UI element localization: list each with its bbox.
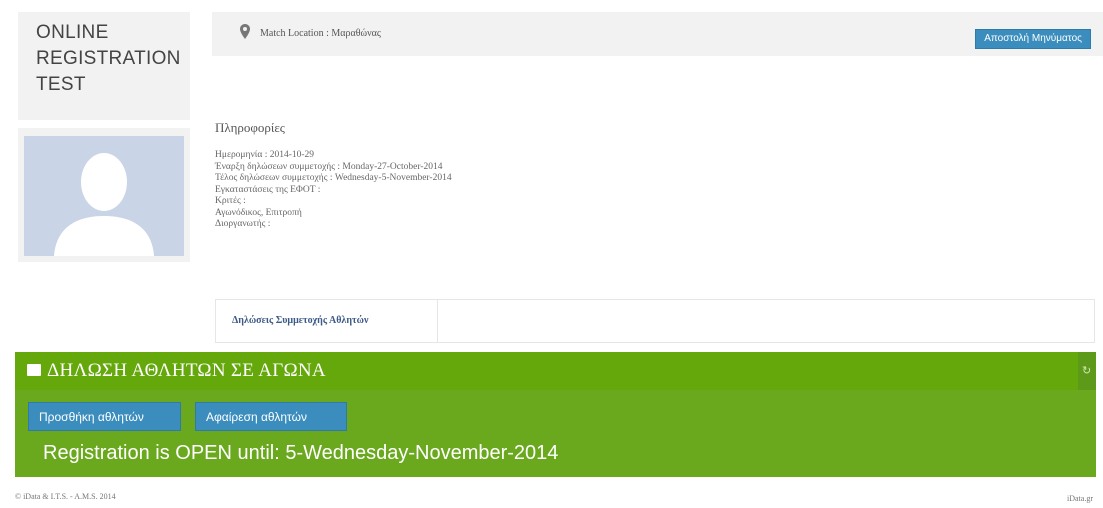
avatar-box [18, 128, 190, 262]
info-line: Κριτές : [215, 196, 246, 206]
info-line: Τέλος δηλώσεων συμμετοχής : Wednesday-5-… [215, 173, 452, 183]
event-title-line: REGISTRATION [36, 48, 181, 69]
registration-status: Registration is OPEN until: 5-Wednesday-… [43, 442, 559, 464]
panel-title-text: ΔΗΛΩΣΗ ΑΘΛΗΤΩΝ ΣΕ ΑΓΩΝΑ [47, 360, 326, 381]
info-section: Πληροφορίες Ημερομηνία : 2014-10-29 Έναρ… [215, 120, 815, 231]
tab-athlete-registrations[interactable]: Δηλώσεις Συμμετοχής Αθλητών [216, 300, 438, 342]
info-line: Ημερομηνία : 2014-10-29 [215, 150, 315, 160]
document-icon [27, 364, 41, 376]
footer-brand[interactable]: iData.gr [1067, 494, 1093, 503]
panel-header: ΔΗΛΩΣΗ ΑΘΛΗΤΩΝ ΣΕ ΑΓΩΝΑ [15, 352, 1078, 390]
registration-panel: ΔΗΛΩΣΗ ΑΘΛΗΤΩΝ ΣΕ ΑΓΩΝΑ ↻ Προσθήκη αθλητ… [15, 352, 1096, 477]
refresh-icon: ↻ [1082, 365, 1092, 377]
footer-copyright: © iData & I.T.S. - A.M.S. 2014 [15, 492, 116, 501]
info-line: Διοργανωτής : [215, 219, 271, 229]
tab-box: Δηλώσεις Συμμετοχής Αθλητών [215, 299, 1095, 343]
info-line: Έναρξη δηλώσεων συμμετοχής : Monday-27-O… [215, 161, 443, 172]
panel-title: ΔΗΛΩΣΗ ΑΘΛΗΤΩΝ ΣΕ ΑΓΩΝΑ [27, 360, 326, 382]
event-title-line: ONLINE [36, 22, 109, 43]
map-pin-icon [240, 24, 250, 39]
info-heading: Πληροφορίες [215, 120, 285, 135]
info-line: Εγκαταστάσεις της ΕΦΟΤ : [215, 184, 321, 195]
panel-toggle[interactable]: ↻ [1078, 352, 1096, 390]
event-title-box: ONLINE REGISTRATION TEST [18, 12, 190, 120]
remove-athletes-button[interactable]: Αφαίρεση αθλητών [195, 402, 347, 431]
event-title-line: TEST [36, 74, 86, 95]
location-bar: Match Location : Μαραθώνας Αποστολή Μηνύ… [212, 12, 1103, 56]
match-location: Match Location : Μαραθώνας [260, 28, 381, 39]
info-line: Αγωνόδικος, Επιτροπή [215, 207, 302, 218]
add-athletes-button[interactable]: Προσθήκη αθλητών [28, 402, 181, 431]
send-message-button[interactable]: Αποστολή Μηνύματος [975, 29, 1091, 49]
avatar-placeholder-icon [24, 136, 184, 256]
